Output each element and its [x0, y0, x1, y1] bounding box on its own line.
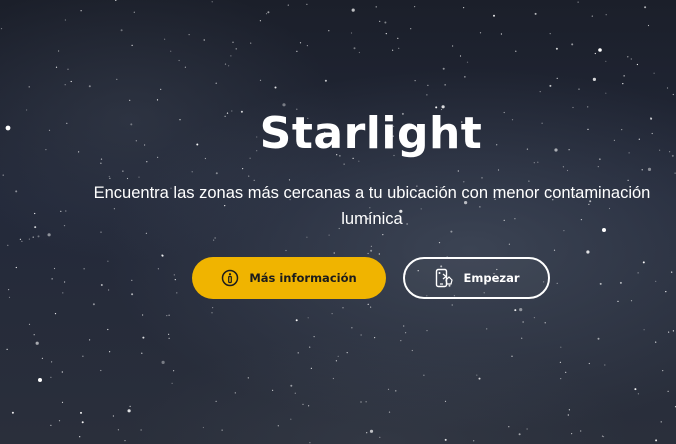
hero-subtitle: Encuentra las zonas más cercanas a tu ub… [93, 184, 651, 228]
info-icon [221, 269, 239, 287]
start-button[interactable]: Empezar [403, 257, 550, 299]
hero-title: Starlight [259, 108, 483, 159]
phone-map-icon [434, 268, 454, 288]
more-info-label: Más información [249, 271, 357, 285]
more-info-button[interactable]: Más información [192, 257, 386, 299]
start-label: Empezar [463, 271, 520, 285]
hero-section: Starlight Encuentra las zonas más cercan… [0, 0, 676, 444]
hero-content: Starlight Encuentra las zonas más cercan… [0, 0, 676, 444]
